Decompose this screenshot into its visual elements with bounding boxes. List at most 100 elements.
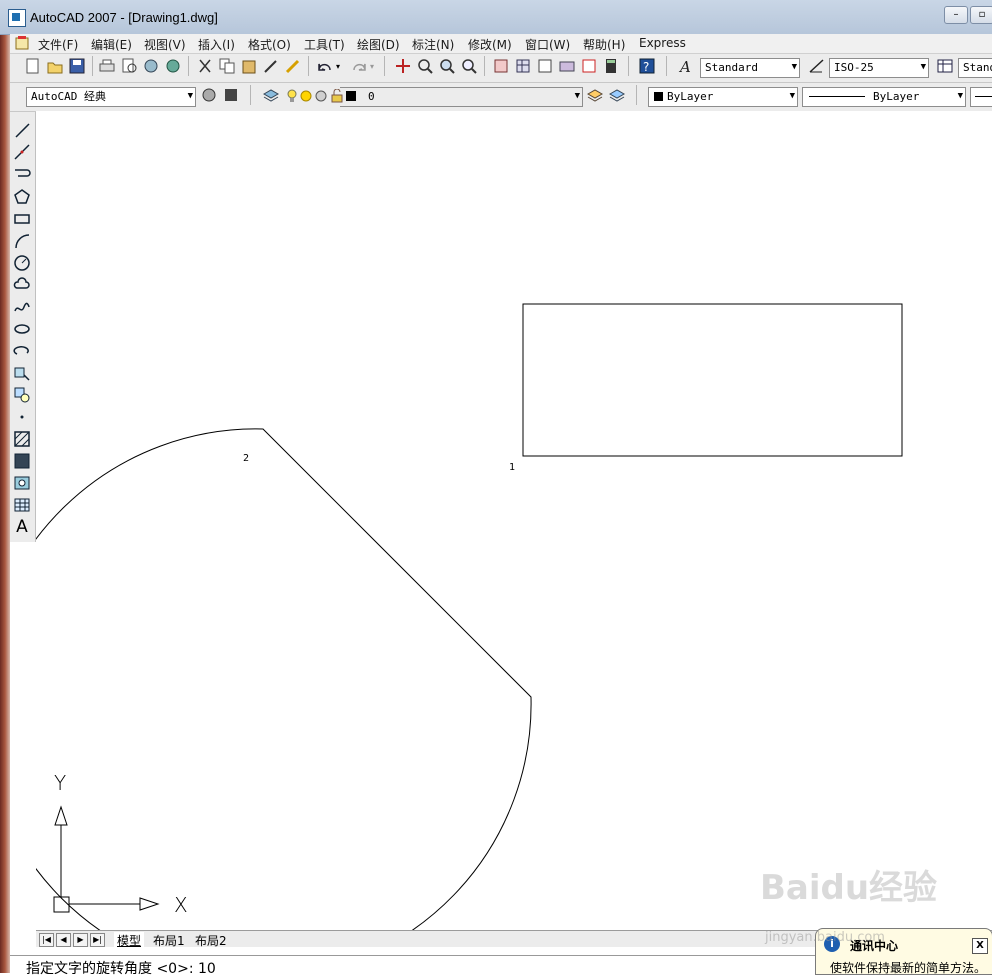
markup-set-manager-icon[interactable]	[580, 57, 598, 75]
toolbar-separator	[250, 85, 251, 105]
menu-dimension[interactable]: 标注(N)	[412, 36, 454, 53]
make-block-tool-icon[interactable]	[12, 385, 32, 405]
undo-dropdown-icon[interactable]: ▾	[336, 62, 340, 71]
ellipse-tool-icon[interactable]	[12, 319, 32, 339]
menu-edit[interactable]: 编辑(E)	[91, 36, 132, 53]
layer-manager-icon[interactable]	[262, 86, 280, 104]
paste-icon[interactable]	[240, 57, 258, 75]
menu-window[interactable]: 窗口(W)	[525, 36, 570, 53]
redo-icon[interactable]	[350, 57, 368, 75]
linetype-combo[interactable]: ByLayer ▼	[802, 87, 966, 107]
table-style-combo[interactable]: Stand	[958, 58, 992, 78]
insert-block-tool-icon[interactable]	[12, 363, 32, 383]
close-icon[interactable]: X	[972, 938, 988, 954]
gradient-tool-icon[interactable]	[12, 451, 32, 471]
tab-layout2[interactable]: 布局2	[192, 932, 230, 949]
first-tab-button[interactable]: |◀	[39, 933, 54, 947]
ucs-y-label: Y	[54, 771, 67, 795]
menu-help[interactable]: 帮助(H)	[583, 36, 625, 53]
ellipse-arc-tool-icon[interactable]	[12, 341, 32, 361]
3d-dwf-icon[interactable]	[164, 57, 182, 75]
last-tab-button[interactable]: ▶|	[90, 933, 105, 947]
multiline-text-tool-icon[interactable]: A	[12, 517, 32, 537]
quickcalc-icon[interactable]	[602, 57, 620, 75]
chevron-down-icon: ▼	[789, 91, 795, 101]
redo-dropdown-icon[interactable]: ▾	[370, 62, 374, 71]
prev-tab-button[interactable]: ◀	[56, 933, 71, 947]
spline-tool-icon[interactable]	[12, 297, 32, 317]
menu-express[interactable]: Express	[639, 36, 686, 50]
publish-icon[interactable]	[142, 57, 160, 75]
workspace-combo[interactable]: AutoCAD 经典 ▼	[26, 87, 196, 107]
revision-cloud-tool-icon[interactable]	[12, 275, 32, 295]
layer-combo[interactable]: 0 ▼	[340, 87, 583, 107]
menu-draw[interactable]: 绘图(D)	[357, 36, 400, 53]
restore-button[interactable]: ▫	[970, 6, 992, 24]
zoom-previous-icon[interactable]	[460, 57, 478, 75]
layer-previous-icon[interactable]	[608, 86, 626, 104]
balloon-message[interactable]: 使软件保持最新的简单方法。	[830, 959, 986, 976]
zoom-realtime-icon[interactable]	[416, 57, 434, 75]
arc-tool-icon[interactable]	[12, 231, 32, 251]
save-icon[interactable]	[68, 57, 86, 75]
tool-palettes-icon[interactable]	[536, 57, 554, 75]
cut-icon[interactable]	[196, 57, 214, 75]
region-tool-icon[interactable]	[12, 473, 32, 493]
menu-view[interactable]: 视图(V)	[144, 36, 186, 53]
toolbar-separator	[628, 56, 629, 76]
dimension-style-combo[interactable]: ISO-25 ▼	[829, 58, 929, 78]
layer-viewport-icon[interactable]	[314, 90, 328, 102]
undo-icon[interactable]	[316, 57, 334, 75]
tab-model[interactable]: 模型	[114, 932, 145, 949]
menu-insert[interactable]: 插入(I)	[198, 36, 235, 53]
menu-format[interactable]: 格式(O)	[248, 36, 291, 53]
text-style-combo[interactable]: Standard ▼	[700, 58, 800, 78]
next-tab-button[interactable]: ▶	[73, 933, 88, 947]
match-properties-icon[interactable]	[262, 57, 280, 75]
polyline-tool-icon[interactable]	[12, 164, 32, 184]
plot-icon[interactable]	[98, 57, 116, 75]
minimize-button[interactable]: –	[944, 6, 968, 24]
table-style-icon[interactable]	[936, 57, 954, 75]
zoom-window-icon[interactable]	[438, 57, 456, 75]
properties-icon[interactable]	[492, 57, 510, 75]
new-file-icon[interactable]	[24, 57, 42, 75]
plot-preview-icon[interactable]	[120, 57, 138, 75]
chevron-down-icon: ▼	[791, 62, 797, 72]
design-center-icon[interactable]	[514, 57, 532, 75]
drawing-canvas[interactable]: 1 2 Y X	[36, 111, 992, 930]
copy-icon[interactable]	[218, 57, 236, 75]
hatch-tool-icon[interactable]	[12, 429, 32, 449]
drawn-rectangle[interactable]	[522, 303, 903, 457]
menu-file[interactable]: 文件(F)	[38, 36, 78, 53]
lineweight-combo[interactable]	[970, 87, 992, 107]
help-icon[interactable]: ?	[638, 57, 656, 75]
point-tool-icon[interactable]	[12, 407, 32, 427]
pan-icon[interactable]	[394, 57, 412, 75]
document-icon[interactable]	[14, 35, 30, 51]
table-tool-icon[interactable]	[12, 495, 32, 515]
layer-thaw-sun-icon[interactable]	[300, 90, 312, 102]
circle-tool-icon[interactable]	[12, 253, 32, 273]
polygon-tool-icon[interactable]	[12, 187, 32, 207]
open-file-icon[interactable]	[46, 57, 64, 75]
menu-modify[interactable]: 修改(M)	[468, 36, 512, 53]
save-workspace-icon[interactable]	[222, 86, 240, 104]
text-style-icon[interactable]: A	[678, 57, 696, 76]
make-object-layer-current-icon[interactable]	[586, 86, 604, 104]
ucs-icon	[53, 805, 160, 913]
color-combo[interactable]: ByLayer ▼	[648, 87, 798, 107]
sheet-set-manager-icon[interactable]	[558, 57, 576, 75]
autocad-app-icon[interactable]	[8, 9, 26, 27]
construction-line-tool-icon[interactable]	[12, 142, 32, 162]
drawn-sector[interactable]	[36, 428, 532, 930]
dimension-style-icon[interactable]	[808, 57, 826, 75]
block-editor-icon[interactable]	[284, 57, 302, 75]
layer-on-bulb-icon[interactable]	[286, 89, 298, 103]
workspace-settings-icon[interactable]	[200, 86, 218, 104]
tab-layout1[interactable]: 布局1	[150, 932, 188, 949]
rectangle-tool-icon[interactable]	[12, 209, 32, 229]
line-tool-icon[interactable]	[12, 120, 32, 140]
menu-tools[interactable]: 工具(T)	[304, 36, 345, 53]
color-value: ByLayer	[667, 90, 714, 103]
